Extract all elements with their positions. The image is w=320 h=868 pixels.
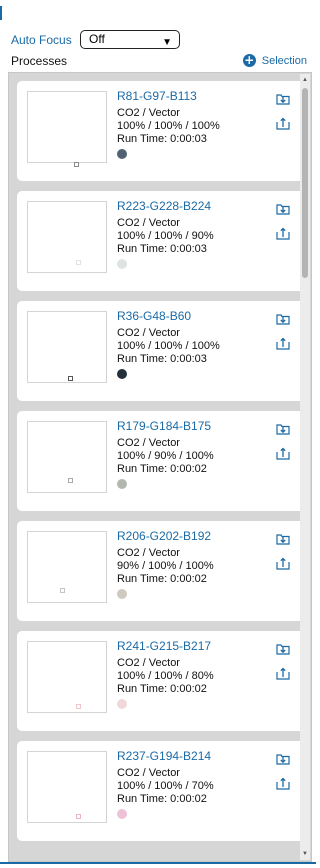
import-folder-icon[interactable] [276,752,290,765]
process-type: CO2 / Vector [117,767,180,779]
process-thumbnail[interactable] [27,91,107,167]
process-thumbnail[interactable] [27,421,107,493]
export-tray-icon[interactable] [276,337,290,350]
process-type: CO2 / Vector [117,107,180,119]
thumbnail-marker [68,376,73,381]
thumbnail-marker [76,260,81,265]
dropdown-arrow-icon: ▼ [162,37,172,48]
thumbnail-marker [74,162,79,167]
processes-header: Processes + Selection [11,54,307,70]
process-thumbnail[interactable] [27,641,107,713]
process-settings: 100% / 100% / 90% [117,230,214,242]
process-thumbnail[interactable] [27,201,107,273]
process-title[interactable]: R206-G202-B192 [117,529,211,543]
thumbnail-marker [76,704,81,709]
export-tray-icon[interactable] [276,557,290,570]
scrollbar-thumb[interactable] [302,88,308,278]
process-title[interactable]: R223-G228-B224 [117,199,211,213]
scroll-up-arrow-icon[interactable]: ▲ [301,76,309,84]
thumbnail-marker [60,588,65,593]
bottom-accent-line [0,862,316,864]
thumbnail-marker [76,814,81,819]
add-selection-button[interactable]: + Selection [242,53,307,67]
processes-title: Processes [11,54,68,68]
process-title[interactable]: R81-G97-B113 [117,89,197,103]
process-type: CO2 / Vector [117,657,180,669]
export-tray-icon[interactable] [276,777,290,790]
auto-focus-value: Off [89,32,105,46]
selection-label: Selection [261,54,307,67]
process-type: CO2 / Vector [117,217,180,229]
process-title[interactable]: R36-G48-B60 [117,309,191,323]
process-card[interactable]: R179-G184-B175 CO2 / Vector 100% / 90% / 1… [17,411,309,511]
color-swatch [117,149,127,159]
process-run-time: Run Time: 0:00:03 [117,353,207,365]
process-card[interactable]: R223-G228-B224 CO2 / Vector 100% / 100% / … [17,191,309,291]
color-swatch [117,699,127,709]
process-run-time: Run Time: 0:00:02 [117,683,207,695]
process-card[interactable]: R237-G194-B214 CO2 / Vector 100% / 100% / … [17,741,309,841]
export-tray-icon[interactable] [276,117,290,130]
process-type: CO2 / Vector [117,437,180,449]
auto-focus-row: Auto Focus Off ▼ [11,30,180,50]
import-folder-icon[interactable] [276,202,290,215]
process-type: CO2 / Vector [117,327,180,339]
process-settings: 90% / 100% / 100% [117,560,214,572]
process-title[interactable]: R241-G215-B217 [117,639,211,653]
import-folder-icon[interactable] [276,312,290,325]
color-swatch [117,589,127,599]
color-swatch [117,369,127,379]
plus-circle-icon: + [242,53,256,67]
process-card[interactable]: R241-G215-B217 CO2 / Vector 100% / 100% / … [17,631,309,731]
export-tray-icon[interactable] [276,447,290,460]
process-card[interactable]: R36-G48-B60 CO2 / Vector 100% / 100% / 100… [17,301,309,401]
auto-focus-select[interactable]: Off ▼ [80,30,180,49]
process-thumbnail[interactable] [27,751,107,823]
left-accent-bar [0,6,2,20]
process-settings: 100% / 100% / 80% [117,670,214,682]
import-folder-icon[interactable] [276,92,290,105]
process-run-time: Run Time: 0:00:02 [117,573,207,585]
color-swatch [117,479,127,489]
import-folder-icon[interactable] [276,532,290,545]
process-settings: 100% / 90% / 100% [117,450,214,462]
process-run-time: Run Time: 0:00:02 [117,793,207,805]
process-run-time: Run Time: 0:00:02 [117,463,207,475]
process-settings: 100% / 100% / 100% [117,120,220,132]
color-swatch [117,809,127,819]
process-card[interactable]: R81-G97-B113 CO2 / Vector 100% / 100% / 10… [17,81,309,181]
process-thumbnail[interactable] [27,531,107,603]
auto-focus-label: Auto Focus [11,33,72,47]
process-list[interactable]: R81-G97-B113 CO2 / Vector 100% / 100% / 10… [8,72,312,862]
process-title[interactable]: R179-G184-B175 [117,419,211,433]
process-run-time: Run Time: 0:00:03 [117,243,207,255]
process-run-time: Run Time: 0:00:03 [117,133,207,145]
process-card[interactable]: R206-G202-B192 CO2 / Vector 90% / 100% / 1… [17,521,309,621]
scroll-down-arrow-icon[interactable]: ▼ [301,850,309,858]
export-tray-icon[interactable] [276,667,290,680]
process-settings: 100% / 100% / 100% [117,340,220,352]
thumbnail-marker [68,478,73,483]
process-type: CO2 / Vector [117,547,180,559]
process-thumbnail[interactable] [27,311,107,383]
process-settings: 100% / 100% / 70% [117,780,214,792]
export-tray-icon[interactable] [276,227,290,240]
process-title[interactable]: R237-G194-B214 [117,749,211,763]
import-folder-icon[interactable] [276,642,290,655]
scrollbar[interactable]: ▲ ▼ [300,74,310,860]
color-swatch [117,259,127,269]
import-folder-icon[interactable] [276,422,290,435]
